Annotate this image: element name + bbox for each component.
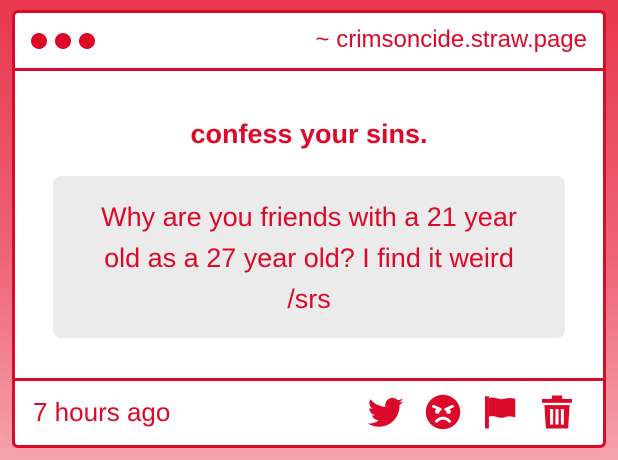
page-url: ~ crimsoncide.straw.page (315, 26, 587, 53)
action-buttons (368, 394, 575, 430)
page-title: confess your sins. (190, 119, 428, 149)
title-bar: ~ crimsoncide.straw.page (15, 13, 603, 71)
confession-content: confess your sins. Why are you friends w… (15, 71, 603, 381)
timestamp: 7 hours ago (33, 397, 171, 427)
twitter-icon[interactable] (368, 394, 404, 430)
window-dot-icon[interactable] (55, 33, 71, 49)
window-dot-icon[interactable] (31, 33, 47, 49)
window-dot-icon[interactable] (79, 33, 95, 49)
angry-face-icon[interactable] (425, 394, 461, 430)
window-controls (31, 33, 95, 49)
flag-icon[interactable] (482, 394, 518, 430)
footer-bar: 7 hours ago (15, 378, 603, 445)
confession-message: Why are you friends with a 21 year old a… (53, 176, 565, 338)
trash-icon[interactable] (539, 394, 575, 430)
app-window: ~ crimsoncide.straw.page confess your si… (12, 10, 606, 448)
